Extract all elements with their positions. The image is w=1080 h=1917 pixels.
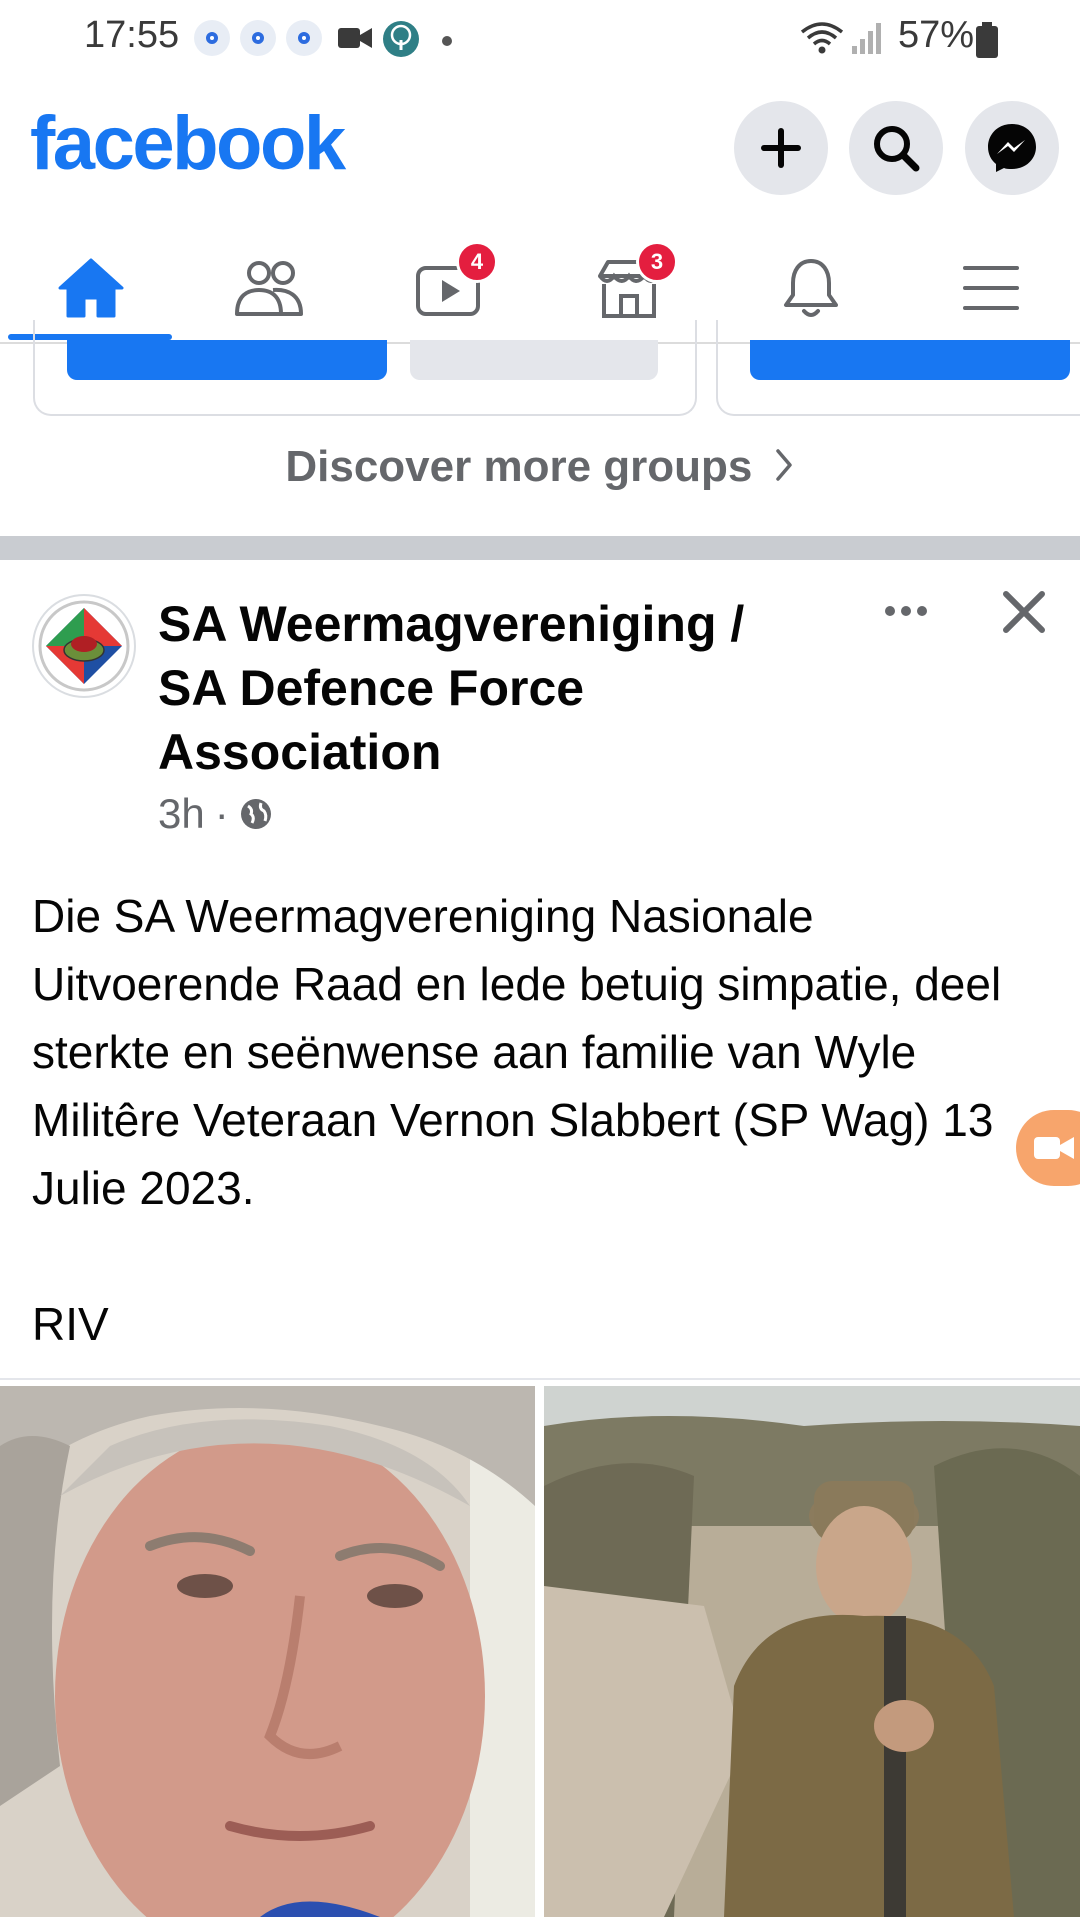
meta-separator: ·: [214, 790, 229, 837]
remove-group-button[interactable]: [410, 340, 658, 380]
photo-portrait-image: [0, 1386, 535, 1917]
plus-icon: [761, 128, 801, 168]
battery-percentage: 57%: [898, 14, 975, 56]
notification-dot-icon: [194, 20, 230, 56]
more-dot-icon: [442, 36, 452, 46]
discover-more-groups-link[interactable]: Discover more groups: [0, 442, 1080, 492]
post-separator: [0, 1378, 1080, 1380]
post-time[interactable]: 3h: [158, 790, 205, 838]
bell-icon: [784, 259, 838, 317]
notification-dot-icon: [286, 20, 322, 56]
more-horizontal-icon: [885, 606, 927, 616]
marketplace-badge: 3: [636, 241, 678, 283]
signal-icon: [852, 23, 881, 54]
messenger-icon: [988, 124, 1036, 172]
chevron-right-icon: [775, 449, 792, 481]
messenger-button[interactable]: [965, 101, 1059, 195]
battery-icon: [976, 22, 998, 58]
post-meta: 3h ·: [158, 790, 273, 838]
tree-app-icon: [383, 21, 419, 57]
wifi-icon: [800, 22, 844, 54]
search-icon: [874, 126, 920, 172]
search-button[interactable]: [849, 101, 943, 195]
post-photo-soldier[interactable]: [544, 1386, 1080, 1917]
post-page-name[interactable]: SA Weermagvereniging / SA Defence Force …: [158, 592, 798, 784]
globe-icon: [240, 799, 271, 829]
feed-divider: [0, 536, 1080, 560]
notification-dot-icon: [240, 20, 276, 56]
hamburger-menu-icon: [963, 266, 1019, 310]
photo-soldier-image: [544, 1386, 1080, 1917]
discover-label: Discover more groups: [285, 442, 753, 491]
friends-icon: [235, 261, 303, 316]
close-icon: [1003, 591, 1045, 633]
facebook-logo[interactable]: facebook: [30, 100, 346, 187]
video-badge: 4: [456, 241, 498, 283]
create-button[interactable]: [734, 101, 828, 195]
video-camera-icon: [1034, 1137, 1074, 1159]
home-icon: [58, 258, 124, 318]
post-more-options-button[interactable]: [878, 588, 934, 634]
join-group-button[interactable]: [67, 340, 387, 380]
post-photo-portrait[interactable]: [0, 1386, 535, 1917]
association-emblem-icon: [38, 600, 130, 692]
join-group-button[interactable]: [750, 340, 1070, 380]
post-text: Die SA Weermagvereniging Nasionale Uitvo…: [32, 890, 1002, 1350]
status-time: 17:55: [84, 14, 180, 56]
video-call-icon: [338, 28, 372, 48]
status-bar: 17:55 57%: [0, 0, 1080, 80]
page-avatar[interactable]: [32, 594, 136, 698]
hide-post-button[interactable]: [996, 584, 1052, 640]
